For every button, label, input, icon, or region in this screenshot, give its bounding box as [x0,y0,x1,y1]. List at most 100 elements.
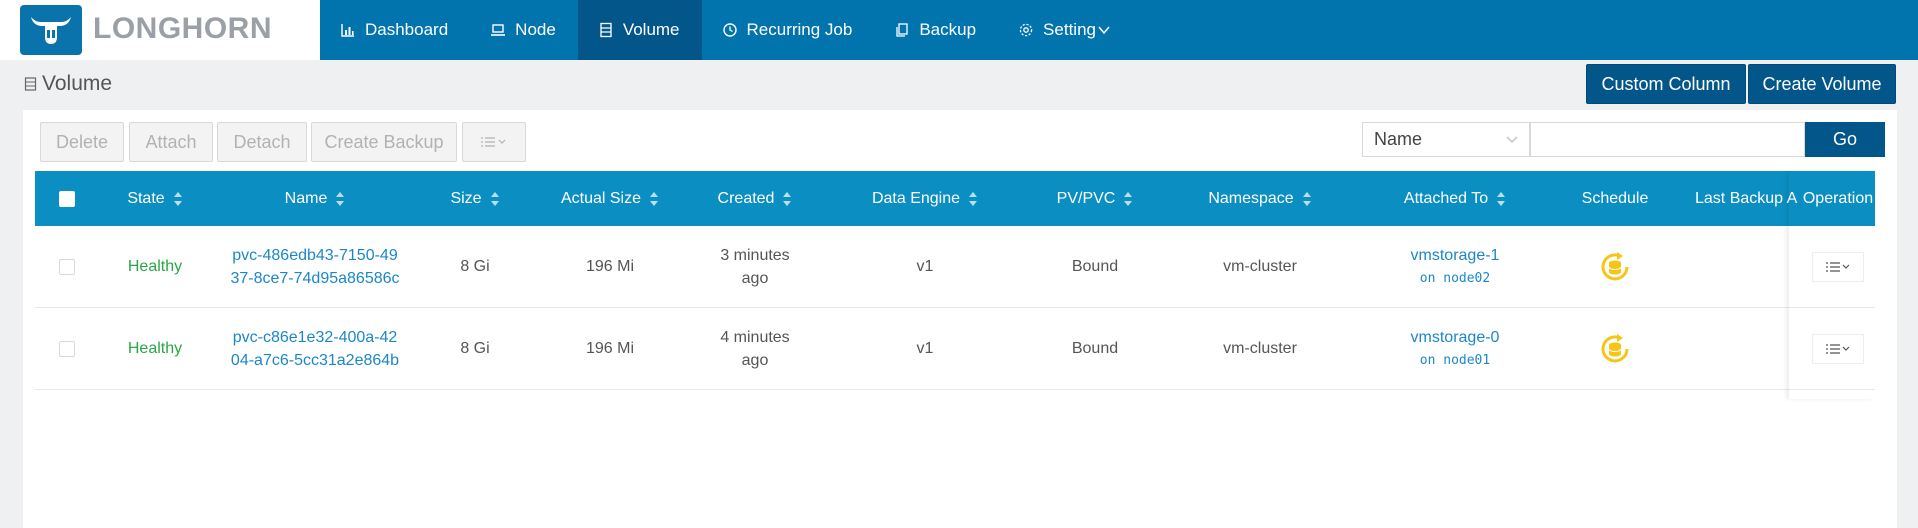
col-label: Last Backup A [1695,189,1798,207]
clock-icon [722,23,737,37]
row-checkbox[interactable] [59,259,75,275]
laptop-icon [491,24,506,36]
nav-label: Dashboard [365,20,449,39]
sort-icon [173,191,183,206]
nav-recurring-job[interactable]: Recurring Job [702,0,875,60]
sort-icon [783,191,792,206]
sort-icon [490,191,500,206]
database-icon [600,22,612,38]
col-label: Schedule [1581,189,1649,207]
nav-label: Volume [622,20,680,39]
node-link[interactable]: on node01 [1420,349,1490,372]
col-schedule: Schedule [1545,171,1685,226]
sort-icon [1497,191,1506,206]
col-label: Name [284,189,328,207]
col-name[interactable]: Name [220,171,410,226]
create-backup-button[interactable]: Create Backup [311,122,457,162]
search-field-value: Name [1374,129,1423,149]
col-label: Data Engine [871,189,961,207]
state-cell: Healthy [127,340,183,357]
pv-cell: Bound [1071,258,1119,275]
chevron-down-icon [1098,26,1110,35]
detach-button[interactable]: Detach [217,122,307,162]
search-input[interactable] [1530,122,1805,157]
schedule-cell [1545,226,1685,307]
delete-button[interactable]: Delete [40,122,124,162]
col-label: PV/PVC [1056,189,1116,207]
last-backup-cell [1695,226,1801,307]
longhorn-logo-icon [20,5,82,55]
col-data-engine[interactable]: Data Engine [835,171,1015,226]
sort-icon [650,191,659,206]
chevron-down-icon [1506,136,1518,143]
nav-backup[interactable]: Backup [874,0,998,60]
volume-name-link[interactable]: pvc-c86e1e32-400a-42 04-a7c6-5cc31a2e864… [220,308,410,389]
created-line: 3 minutes [720,246,790,264]
engine-cell: v1 [916,340,934,357]
nav-dashboard[interactable]: Dashboard [320,0,470,60]
col-size[interactable]: Size [425,171,525,226]
created-cell: 4 minutes ago [695,308,815,389]
actual-size-cell: 196 Mi [585,340,635,357]
namespace-cell: vm-cluster [1223,258,1297,275]
col-attached-to[interactable]: Attached To [1365,171,1545,226]
table-row: Healthy pvc-486edb43-7150-49 37-8ce7-74d… [35,226,1875,308]
col-state[interactable]: State [95,171,215,226]
name-line: pvc-c86e1e32-400a-42 [232,328,398,346]
nav-label: Recurring Job [746,20,853,39]
recurring-schedule-icon[interactable] [1598,332,1632,366]
brand[interactable]: LONGHORN [0,0,320,60]
size-cell: 8 Gi [460,258,490,275]
table-header: State Name Size Actual Size Created Data… [35,171,1875,226]
sort-icon [969,191,978,206]
actual-size-cell: 196 Mi [585,258,635,275]
attached-link[interactable]: vmstorage-1 [1411,244,1500,267]
attached-to-cell: vmstorage-1 on node02 [1365,226,1545,307]
go-button[interactable]: Go [1805,122,1885,157]
list-icon [481,137,506,147]
col-actual-size[interactable]: Actual Size [535,171,685,226]
volume-panel: Delete Attach Detach Create Backup Name … [23,110,1897,528]
database-icon [24,77,37,91]
name-line: 37-8ce7-74d95a86586c [230,269,400,287]
col-created[interactable]: Created [695,171,815,226]
col-label: Attached To [1403,189,1489,207]
main-nav: Dashboard Node Volume Recurring Job Back… [320,0,1132,60]
create-volume-button[interactable]: Create Volume [1748,64,1896,104]
nav-node[interactable]: Node [470,0,578,60]
node-link[interactable]: on node02 [1420,267,1490,290]
engine-cell: v1 [916,258,934,275]
col-label: Created [717,189,775,207]
attached-link[interactable]: vmstorage-0 [1411,326,1500,349]
sort-icon [336,191,345,206]
state-cell: Healthy [127,258,183,275]
name-line: pvc-486edb43-7150-49 [232,246,398,264]
custom-column-button[interactable]: Custom Column [1586,64,1746,104]
nav-volume[interactable]: Volume [577,0,702,60]
row-checkbox[interactable] [59,341,75,357]
nav-setting[interactable]: Setting [998,0,1132,60]
page-title: Volume [24,72,112,96]
attach-button[interactable]: Attach [129,122,213,162]
col-label: Actual Size [560,189,642,207]
select-all-checkbox[interactable] [59,191,75,207]
col-last-backup[interactable]: Last Backup A [1695,171,1801,226]
name-line: 04-a7c6-5cc31a2e864b [230,351,400,369]
gear-icon [1019,23,1033,37]
pv-cell: Bound [1071,340,1119,357]
created-line: ago [741,351,769,369]
copy-icon [896,23,908,37]
recurring-schedule-icon[interactable] [1598,250,1632,284]
created-cell: 3 minutes ago [695,226,815,307]
namespace-cell: vm-cluster [1223,340,1297,357]
col-pv-pvc[interactable]: PV/PVC [1025,171,1165,226]
nav-label: Setting [1043,20,1096,39]
col-label: Namespace [1208,189,1294,207]
bulk-menu-button[interactable] [462,122,526,162]
col-namespace[interactable]: Namespace [1165,171,1355,226]
schedule-cell [1545,308,1685,389]
search-field-select[interactable]: Name [1362,122,1530,157]
table-row: Healthy pvc-c86e1e32-400a-42 04-a7c6-5cc… [35,308,1875,390]
created-line: ago [741,269,769,287]
volume-name-link[interactable]: pvc-486edb43-7150-49 37-8ce7-74d95a86586… [220,226,410,307]
